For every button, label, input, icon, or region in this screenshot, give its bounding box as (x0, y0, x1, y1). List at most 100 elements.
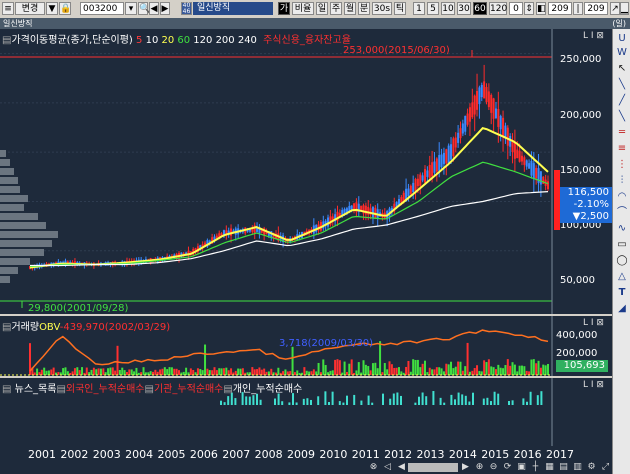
volume-bar (376, 368, 379, 375)
volume-bar (405, 366, 408, 375)
cycle-icon[interactable]: ⌒ (616, 207, 628, 219)
x-tick-2017: 2017 (546, 448, 574, 461)
volume-bar (528, 371, 531, 375)
hline-icon[interactable]: ═ (616, 127, 628, 139)
volume-bar (492, 367, 495, 375)
volume-bar (435, 367, 438, 375)
fib-icon[interactable]: ⋮ (616, 159, 628, 171)
vol-tick-400000: 400,000 (556, 330, 598, 341)
volume-bar (114, 370, 117, 375)
zoom-reset-icon[interactable]: ⊖ (488, 462, 499, 473)
scroll-left-arrow-icon[interactable]: ◀ (396, 462, 407, 473)
volume-bar (95, 369, 98, 375)
investor-bar (472, 392, 474, 405)
volume-bar (218, 368, 221, 375)
volume-bar (506, 359, 509, 375)
candle-body (487, 91, 490, 108)
candle-body (471, 102, 474, 118)
y-tick-150000: 150,000 (560, 165, 602, 176)
x-tick-2004: 2004 (125, 448, 154, 461)
investor-bar (277, 393, 280, 405)
volume-bar (395, 367, 398, 375)
low-label: 29,800(2001/09/28) (28, 303, 129, 314)
rect-icon[interactable]: ▭ (616, 239, 628, 251)
candle-body (494, 108, 497, 119)
candle-body (461, 123, 464, 134)
volume-bar (116, 345, 119, 375)
investor-panel-controls[interactable]: L I ⊠ (583, 380, 604, 390)
volume-panel-controls[interactable]: L I ⊠ (583, 318, 604, 328)
x-tick-2016: 2016 (513, 448, 542, 461)
scroll-left-icon[interactable]: ⊗ (368, 462, 379, 473)
volume-bar (476, 365, 479, 375)
x-tick-2010: 2010 (319, 448, 348, 461)
candle-body (371, 207, 374, 218)
volume-bar (362, 360, 365, 375)
volume-profile-bar (0, 231, 58, 238)
volume-bar (350, 359, 353, 375)
candle-body (414, 178, 417, 191)
candle-body (513, 142, 516, 159)
candle-body (480, 85, 483, 98)
candle-body (530, 161, 533, 176)
ellipse-icon[interactable]: ◯ (616, 255, 628, 267)
volume-bar (189, 368, 192, 375)
candle-body (426, 170, 429, 177)
layout-icon[interactable]: ▦ (544, 462, 555, 473)
cursor-icon[interactable]: ↖ (616, 63, 628, 75)
investor-bar (259, 399, 262, 405)
candle-body (459, 128, 462, 139)
volume-bar (308, 371, 311, 375)
triangle-icon[interactable]: △ (616, 271, 628, 283)
volume-bar (393, 367, 396, 375)
chart-type-icon[interactable]: ▥ (572, 462, 583, 473)
volume-bar (76, 367, 79, 375)
tool-u-icon[interactable]: U (616, 33, 628, 45)
settings-icon[interactable]: ⚙ (586, 462, 597, 473)
investor-bar (245, 396, 248, 405)
arc-icon[interactable]: ◠ (616, 191, 628, 203)
foreign-label: 외국인_누적순매수 (65, 384, 145, 395)
candle-body (473, 95, 476, 115)
investor-bar (490, 401, 492, 405)
ray-icon[interactable]: ╲ (616, 111, 628, 123)
channel-icon[interactable]: ≡ (616, 143, 628, 155)
volume-bar (539, 367, 542, 375)
volume-bar (40, 369, 43, 375)
horizontal-scrollbar[interactable] (408, 463, 458, 472)
candle-body (502, 117, 505, 137)
volume-bar (343, 361, 346, 375)
lock-view-icon[interactable]: ▣ (516, 462, 527, 473)
volume-bar (412, 359, 415, 375)
volume-bar (291, 346, 294, 375)
investor-bar (367, 395, 370, 405)
refresh-icon[interactable]: ⟳ (502, 462, 513, 473)
line-icon[interactable]: ╱ (616, 95, 628, 107)
volume-profile-bar (0, 177, 18, 184)
volume-bar (483, 360, 486, 375)
tool-w-icon[interactable]: W (616, 47, 628, 59)
expand-icon[interactable]: ⤢ (600, 462, 611, 473)
grid-icon[interactable]: ▤ (558, 462, 569, 473)
investor-bar (457, 392, 460, 405)
x-tick-2015: 2015 (481, 448, 510, 461)
volume-bar (102, 368, 105, 375)
arrow-tool-icon[interactable]: ◢ (616, 303, 628, 315)
trendline-icon[interactable]: ╲ (616, 79, 628, 91)
obv-line (29, 329, 549, 372)
scroll-right-arrow-icon[interactable]: ▶ (460, 462, 471, 473)
crosshair-icon[interactable]: ┼ (530, 462, 541, 473)
x-tick-2001: 2001 (28, 448, 56, 461)
volume-bar (516, 371, 519, 375)
text-icon[interactable]: T (616, 287, 628, 299)
zoom-in-icon[interactable]: ⊕ (474, 462, 485, 473)
chart-canvas[interactable] (0, 0, 630, 474)
investor-bar (346, 395, 348, 405)
gann-icon[interactable]: ⫶ (616, 175, 628, 187)
x-tick-2006: 2006 (189, 448, 218, 461)
candle-body (445, 149, 448, 164)
candle-body (509, 135, 512, 147)
price-panel-controls[interactable]: L I ⊠ (583, 31, 604, 41)
wave-icon[interactable]: ∿ (616, 223, 628, 235)
zoom-out-icon[interactable]: ◁ (382, 462, 393, 473)
